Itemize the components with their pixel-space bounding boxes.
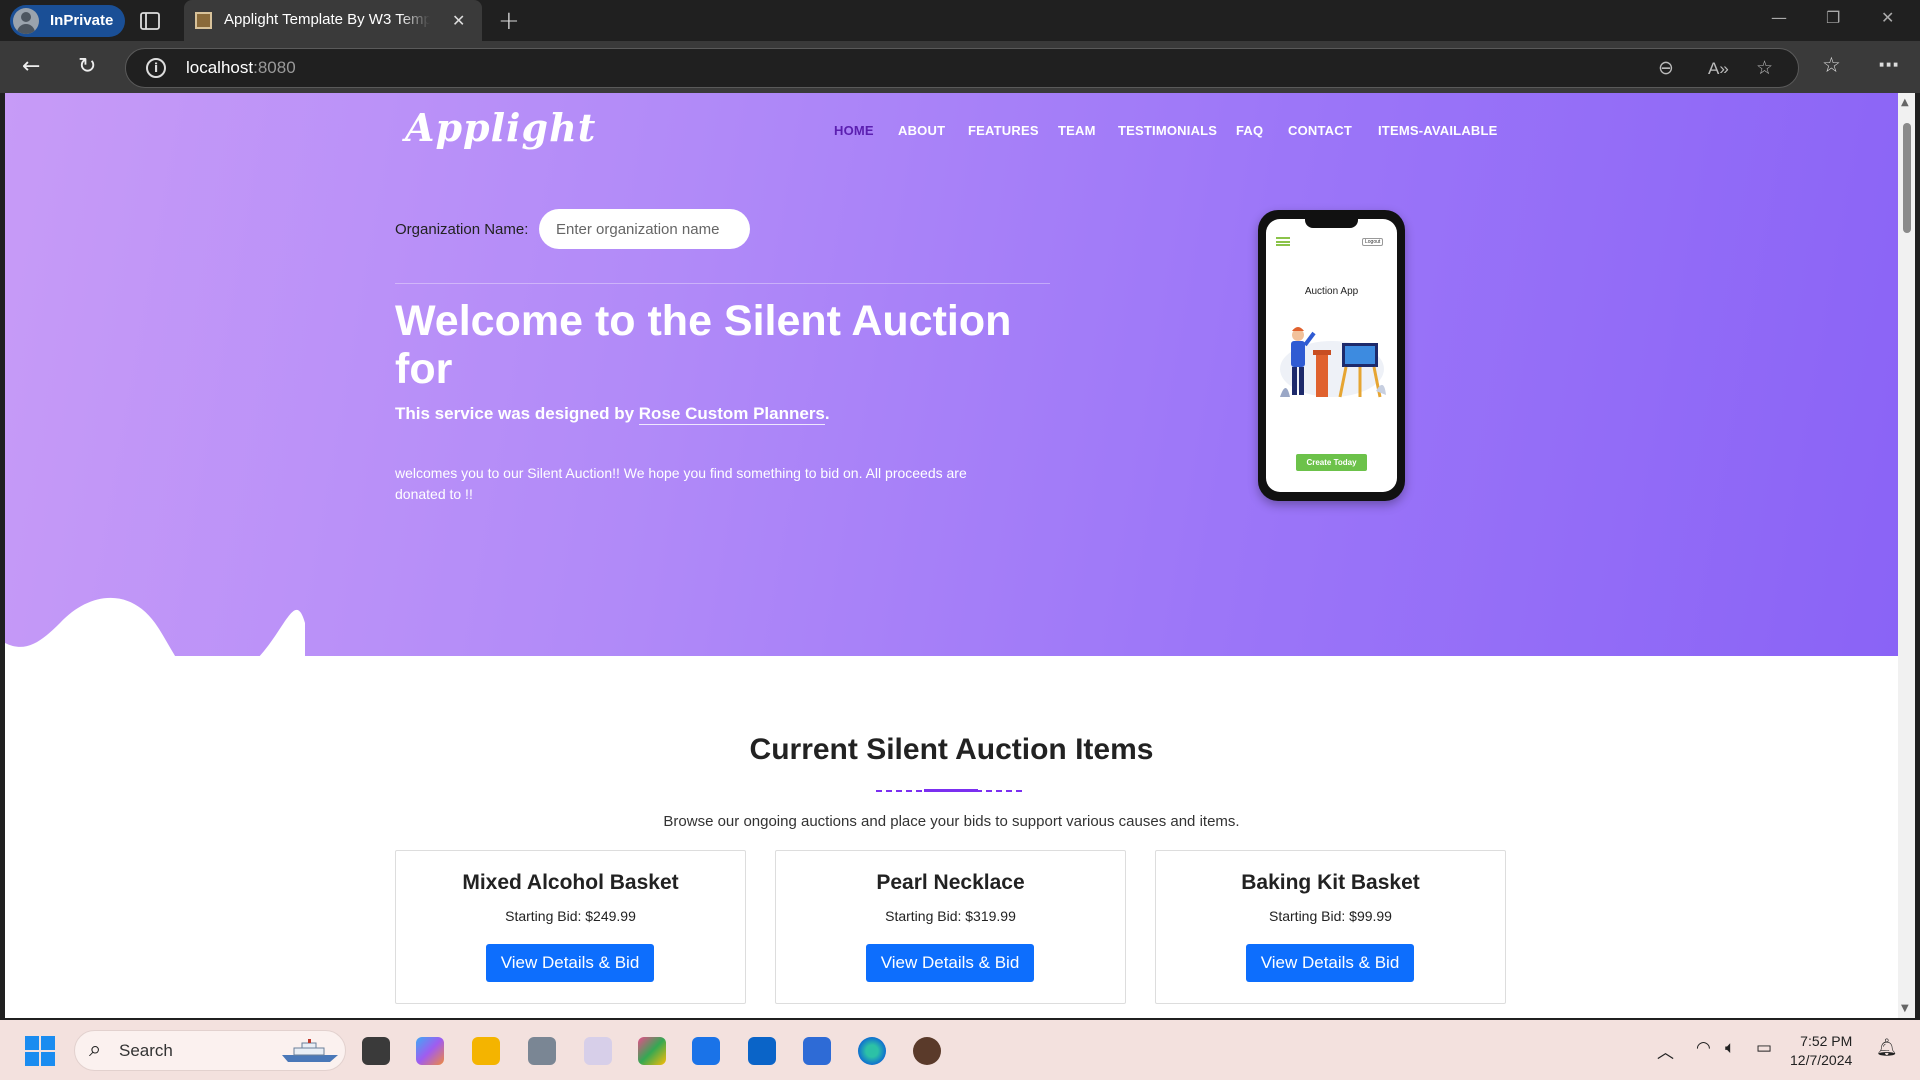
notepad-icon[interactable]	[803, 1037, 831, 1065]
org-name-label: Organization Name:	[395, 221, 529, 238]
auction-item-card: Pearl Necklace Starting Bid: $319.99 Vie…	[775, 850, 1126, 1004]
auction-items-subtitle: Browse our ongoing auctions and place yo…	[663, 813, 1240, 830]
nav-about[interactable]: ABOUT	[898, 123, 945, 138]
auctioneer-illustration-icon	[1280, 327, 1386, 398]
search-highlight-boat-icon	[282, 1039, 338, 1062]
auction-item-card: Baking Kit Basket Starting Bid: $99.99 V…	[1155, 850, 1506, 1004]
auction-item-card: Mixed Alcohol Basket Starting Bid: $249.…	[395, 850, 746, 1004]
inprivate-label: InPrivate	[50, 12, 114, 29]
nav-items-available[interactable]: ITEMS-AVAILABLE	[1378, 123, 1498, 138]
refresh-icon[interactable]: ↻	[78, 54, 96, 79]
notifications-icon[interactable]: 🔔︎	[1876, 1038, 1898, 1058]
nav-features[interactable]: FEATURES	[968, 123, 1039, 138]
battery-icon[interactable]: ▭	[1756, 1038, 1772, 1058]
phone-logout-label: Logout	[1362, 238, 1384, 246]
favorites-icon[interactable]: ☆	[1822, 53, 1841, 77]
taskbar-search-label: Search	[119, 1041, 173, 1060]
welcome-text: welcomes you to our Silent Auction!! We …	[395, 465, 967, 502]
item-title: Pearl Necklace	[876, 871, 1025, 894]
volume-icon[interactable]: 🔈︎	[1725, 1038, 1735, 1058]
nav-home[interactable]: HOME	[834, 123, 874, 138]
page-scrollbar[interactable]: ▲ ▼	[1898, 93, 1915, 1018]
inprivate-badge[interactable]: InPrivate	[10, 5, 126, 37]
windows-taskbar: ⌕ Search ︿ ◠ 🔈︎ ▭ 7:52 PM 12/7/2024 🔔︎	[0, 1020, 1920, 1080]
back-icon[interactable]: ←	[22, 54, 40, 79]
taskbar-clock[interactable]: 7:52 PM 12/7/2024	[1790, 1032, 1852, 1070]
clock-time: 7:52 PM	[1800, 1033, 1853, 1049]
colorful-app-icon[interactable]	[638, 1037, 666, 1065]
browser-toolbar: ← ↻ i localhost:8080 ⊖ A» ☆ ☆ ⋯	[0, 41, 1920, 93]
item-title: Mixed Alcohol Basket	[462, 871, 679, 894]
close-window-icon[interactable]: ✕	[1881, 8, 1894, 27]
browser-title-bar: InPrivate Applight Template By W3 Templa…	[0, 0, 1920, 41]
minimize-icon[interactable]: —	[1771, 8, 1787, 27]
phone-app-title: Auction App	[1304, 286, 1359, 297]
pinned-app-icon[interactable]	[913, 1037, 941, 1065]
more-menu-icon[interactable]: ⋯	[1878, 53, 1899, 77]
title-underline	[876, 789, 1026, 792]
calendar-icon[interactable]	[692, 1037, 720, 1065]
read-aloud-icon[interactable]: A»	[1708, 59, 1729, 79]
hero-divider	[395, 283, 1050, 284]
tab-favicon-icon	[195, 12, 212, 29]
item-title: Baking Kit Basket	[1241, 871, 1420, 894]
designer-link[interactable]: Rose Custom Planners	[638, 404, 825, 425]
tab-actions-icon[interactable]	[138, 9, 162, 33]
page-viewport: Applight HOME ABOUT FEATURES TEAM TESTIM…	[5, 93, 1898, 1018]
auction-items-title: Current Silent Auction Items	[749, 733, 1154, 766]
wifi-icon[interactable]: ◠	[1696, 1038, 1711, 1058]
hamburger-icon	[1276, 237, 1290, 246]
outlook-icon[interactable]	[748, 1037, 776, 1065]
nav-contact[interactable]: CONTACT	[1288, 123, 1352, 138]
phone-mockup: Logout Auction App Create Today	[1258, 210, 1405, 501]
site-info-icon[interactable]: i	[146, 58, 166, 78]
item-starting-bid: Starting Bid: $99.99	[1269, 908, 1392, 924]
copilot-icon[interactable]	[416, 1037, 444, 1065]
designed-by-text: This service was designed by Rose Custom…	[395, 404, 830, 425]
browser-tab[interactable]: Applight Template By W3 Templates ✕	[184, 0, 482, 41]
item-starting-bid: Starting Bid: $319.99	[885, 908, 1016, 924]
phone-screen: Logout Auction App Create Today	[1266, 219, 1397, 492]
search-icon: ⌕	[89, 1037, 102, 1062]
scrollbar-thumb[interactable]	[1903, 123, 1911, 233]
hero-heading: Welcome to the Silent Auction for	[395, 297, 1012, 393]
hero-wave-decoration	[5, 597, 305, 663]
tab-close-icon[interactable]: ✕	[452, 11, 465, 30]
clock-date: 12/7/2024	[1790, 1052, 1853, 1068]
favorite-star-icon[interactable]: ☆	[1756, 57, 1773, 79]
scroll-up-icon[interactable]: ▲	[1901, 97, 1909, 108]
zoom-icon[interactable]: ⊖	[1658, 57, 1674, 79]
camera-icon[interactable]	[528, 1037, 556, 1065]
snipping-tool-icon[interactable]	[584, 1037, 612, 1065]
scroll-down-icon[interactable]: ▼	[1901, 1003, 1909, 1014]
nav-team[interactable]: TEAM	[1058, 123, 1096, 138]
phone-notch	[1305, 219, 1358, 228]
taskbar-search[interactable]: ⌕ Search	[74, 1030, 346, 1071]
site-logo[interactable]: Applight	[405, 105, 596, 150]
view-details-bid-button[interactable]: View Details & Bid	[486, 944, 654, 982]
org-name-input[interactable]	[539, 209, 750, 249]
restore-icon[interactable]: ❐	[1826, 8, 1840, 27]
phone-create-today-button: Create Today	[1296, 454, 1367, 471]
windows-start-icon[interactable]	[25, 1036, 55, 1066]
address-bar[interactable]: i localhost:8080 ⊖ A» ☆	[125, 48, 1799, 88]
view-details-bid-button[interactable]: View Details & Bid	[866, 944, 1034, 982]
file-explorer-icon[interactable]	[472, 1037, 500, 1065]
url-text[interactable]: localhost:8080	[186, 58, 296, 78]
profile-avatar-icon	[13, 8, 39, 34]
edge-icon[interactable]	[858, 1037, 886, 1065]
task-view-icon[interactable]	[362, 1037, 390, 1065]
item-starting-bid: Starting Bid: $249.99	[505, 908, 636, 924]
show-hidden-icons-icon[interactable]: ︿	[1657, 1038, 1674, 1063]
view-details-bid-button[interactable]: View Details & Bid	[1246, 944, 1414, 982]
nav-faq[interactable]: FAQ	[1236, 123, 1263, 138]
new-tab-icon[interactable]: +	[498, 6, 520, 36]
tab-title: Applight Template By W3 Templates	[224, 11, 430, 28]
nav-testimonials[interactable]: TESTIMONIALS	[1118, 123, 1217, 138]
